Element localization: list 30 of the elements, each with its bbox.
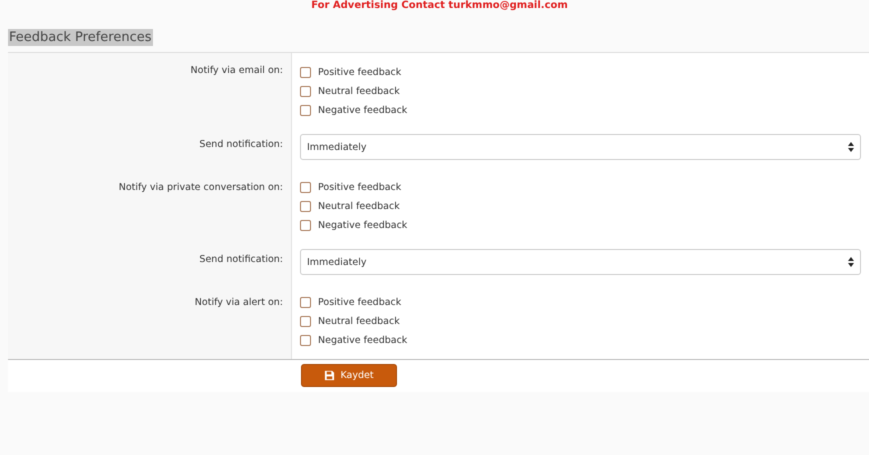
sort-arrows-icon [848, 257, 854, 267]
field-label: Send notification: [199, 254, 283, 265]
checkbox[interactable] [300, 296, 311, 308]
checkbox[interactable] [300, 220, 311, 230]
field-label: Send notification: [199, 139, 283, 150]
save-button[interactable]: Kaydet [301, 364, 397, 387]
checkbox-option[interactable]: Negative feedback [300, 103, 861, 117]
checkbox[interactable] [300, 182, 311, 192]
field-label: Notify via email on: [190, 65, 283, 76]
section-title: Feedback Preferences [8, 29, 152, 46]
checkbox[interactable] [300, 316, 311, 326]
checkbox-option[interactable]: Positive feedback [300, 65, 861, 79]
notification-select[interactable]: Immediately [300, 134, 861, 160]
notification-select[interactable]: Immediately [300, 249, 861, 275]
checkbox-option[interactable]: Neutral feedback [300, 84, 861, 98]
checkbox-option[interactable]: Positive feedback [300, 180, 861, 194]
field-label: Notify via private conversation on: [118, 182, 283, 193]
sort-arrows-icon [848, 142, 854, 152]
checkbox-option[interactable]: Negative feedback [300, 333, 861, 347]
checkbox[interactable] [300, 86, 311, 96]
checkbox-option[interactable]: Positive feedback [300, 295, 861, 309]
checkbox-option[interactable]: Neutral feedback [300, 199, 861, 213]
advertising-notice: For Advertising Contact turkmmo@gmail.com [310, 0, 569, 12]
checkbox[interactable] [300, 334, 311, 346]
checkbox[interactable] [300, 200, 311, 212]
checkbox[interactable] [300, 66, 311, 78]
field-label: Notify via alert on: [194, 297, 283, 308]
checkbox-option[interactable]: Negative feedback [300, 218, 861, 232]
checkbox[interactable] [300, 104, 311, 116]
checkbox-option[interactable]: Neutral feedback [300, 314, 861, 328]
